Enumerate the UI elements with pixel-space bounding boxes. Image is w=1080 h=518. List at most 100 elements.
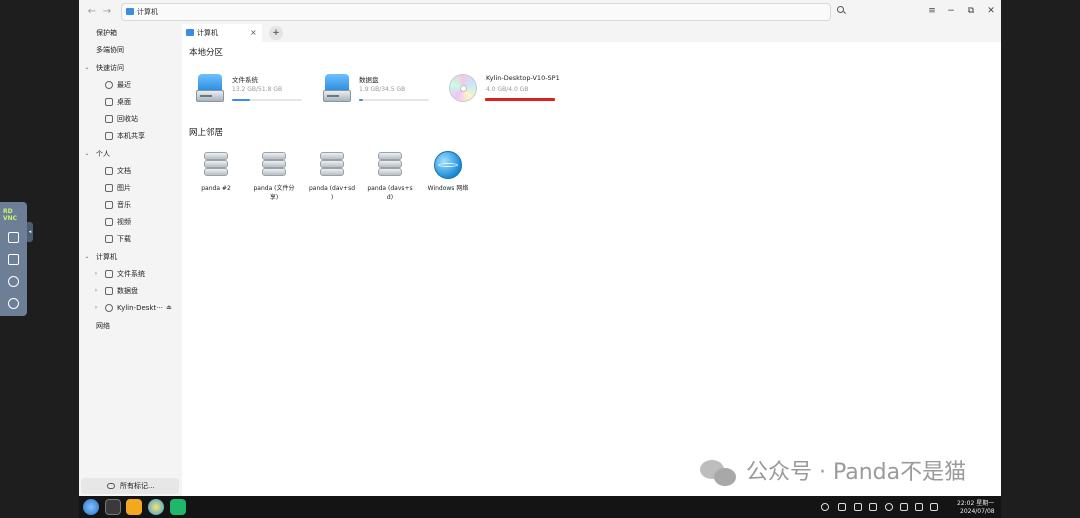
hard-drive-icon bbox=[323, 74, 351, 104]
volume-icon[interactable] bbox=[915, 503, 923, 511]
vnc-toolbar: RD VNC ◂ bbox=[0, 202, 33, 316]
clock-time[interactable]: 22:02 星期一 bbox=[957, 498, 994, 507]
computer-icon bbox=[186, 29, 194, 36]
network-status-icon[interactable] bbox=[900, 503, 908, 511]
sidebar-item-network[interactable]: 网络 bbox=[96, 319, 110, 333]
folder-icon bbox=[105, 132, 113, 140]
drive-name: Kylin-Desktop-V10-SP1 bbox=[486, 74, 560, 82]
tag-icon bbox=[107, 483, 115, 489]
collapse-handle[interactable]: ◂ bbox=[27, 222, 33, 242]
start-menu-icon[interactable] bbox=[83, 499, 99, 515]
restore-button[interactable]: ⧉ bbox=[965, 5, 977, 17]
document-icon bbox=[105, 167, 113, 175]
all-tags-button[interactable]: 所有标记... bbox=[81, 478, 179, 494]
desktop-icon bbox=[105, 98, 113, 106]
taskbar: 22:02 星期一 2024/07/08 bbox=[79, 496, 1001, 518]
server-icon bbox=[260, 151, 288, 179]
chevron-down-icon[interactable]: ⌄ bbox=[83, 61, 91, 75]
forward-button[interactable]: → bbox=[100, 5, 114, 19]
back-button[interactable]: ← bbox=[85, 5, 99, 19]
tab-close-button[interactable]: × bbox=[250, 26, 257, 40]
globe-icon bbox=[434, 151, 462, 179]
search-button[interactable] bbox=[836, 5, 848, 17]
cloud-icon[interactable] bbox=[821, 503, 829, 511]
drive-usage-bar bbox=[359, 99, 429, 101]
computer-icon bbox=[126, 8, 134, 15]
chevron-down-icon[interactable]: ⌄ bbox=[83, 250, 91, 264]
sidebar-item-data-disk[interactable]: 数据盘 bbox=[117, 284, 138, 298]
address-text: 计算机 bbox=[137, 8, 158, 16]
video-icon bbox=[105, 218, 113, 226]
sidebar: 保护箱 多端协同 ⌄ 快速访问 最近 桌面 回收站 本机共享 ⌄ 个人 文档 图… bbox=[79, 24, 182, 496]
drive-size: 1.9 GB/34.5 GB bbox=[359, 86, 406, 93]
sidebar-item-downloads[interactable]: 下载 bbox=[117, 232, 131, 246]
sidebar-item-computer[interactable]: 计算机 bbox=[96, 250, 117, 264]
image-icon bbox=[105, 184, 113, 192]
clock-date[interactable]: 2024/07/08 bbox=[960, 508, 995, 515]
sidebar-item-personal[interactable]: 个人 bbox=[96, 147, 110, 161]
input-method-icon[interactable] bbox=[930, 503, 938, 511]
tray-app-icon[interactable] bbox=[854, 503, 862, 511]
network-item-label: panda #2 bbox=[201, 185, 231, 192]
sidebar-item-documents[interactable]: 文档 bbox=[117, 164, 131, 178]
local-partitions-title: 本地分区 bbox=[189, 48, 224, 58]
address-bar[interactable]: 计算机 bbox=[121, 3, 831, 21]
chevron-right-icon[interactable]: › bbox=[92, 301, 100, 315]
clipboard-icon[interactable] bbox=[838, 503, 846, 511]
file-manager-app-icon[interactable] bbox=[126, 499, 142, 515]
network-item-label: panda (文件分 享) bbox=[253, 185, 295, 201]
drive-icon bbox=[105, 287, 113, 295]
sidebar-item-trash[interactable]: 回收站 bbox=[117, 112, 138, 126]
vnc-logo-bottom: VNC bbox=[3, 215, 18, 222]
sidebar-item-videos[interactable]: 视频 bbox=[117, 215, 131, 229]
tab-label: 计算机 bbox=[197, 29, 218, 37]
eject-icon[interactable]: ⏏ bbox=[165, 301, 173, 315]
chevron-down-icon[interactable]: ⌄ bbox=[83, 147, 91, 161]
sidebar-item-filesystem[interactable]: 文件系统 bbox=[117, 267, 145, 281]
screenshot-icon[interactable] bbox=[869, 503, 877, 511]
wechat-icon bbox=[700, 460, 738, 488]
close-button[interactable]: ✕ bbox=[985, 5, 997, 17]
sidebar-item-quick-access[interactable]: 快速访问 bbox=[96, 61, 124, 75]
trash-icon bbox=[105, 115, 113, 123]
vnc-logo-top: RD bbox=[3, 208, 13, 215]
sidebar-item-music[interactable]: 音乐 bbox=[117, 198, 131, 212]
sidebar-item-share[interactable]: 本机共享 bbox=[117, 129, 145, 143]
network-item-label: panda (dav+sd ) bbox=[308, 185, 356, 201]
software-store-app-icon[interactable] bbox=[170, 499, 186, 515]
network-item-label: Windows 网络 bbox=[427, 185, 469, 192]
search-icon[interactable] bbox=[885, 503, 893, 511]
sidebar-item-recent[interactable]: 最近 bbox=[117, 78, 131, 92]
hard-drive-icon bbox=[196, 74, 224, 104]
new-tab-button[interactable]: + bbox=[269, 26, 283, 40]
tab-bar: 计算机 × + bbox=[182, 24, 1001, 42]
chevron-right-icon[interactable]: › bbox=[92, 284, 100, 298]
minimize-button[interactable]: − bbox=[945, 5, 957, 17]
sidebar-item-kylin-disc[interactable]: Kylin-Deskt··· bbox=[117, 301, 163, 315]
sidebar-item-collab[interactable]: 多端协同 bbox=[96, 43, 124, 57]
gear-icon[interactable] bbox=[8, 276, 19, 287]
drive-usage-bar bbox=[485, 98, 555, 101]
drive-size: 4.0 GB/4.0 GB bbox=[486, 86, 529, 93]
clipboard-icon[interactable] bbox=[8, 232, 19, 243]
menu-button[interactable]: ≡ bbox=[926, 5, 938, 17]
sidebar-item-vault[interactable]: 保护箱 bbox=[96, 26, 117, 40]
network-neighborhood-title: 网上邻居 bbox=[189, 128, 224, 138]
fullscreen-icon[interactable] bbox=[8, 254, 19, 265]
sidebar-item-desktop[interactable]: 桌面 bbox=[117, 95, 131, 109]
title-bar: ← → 计算机 ≡ − ⧉ ✕ bbox=[79, 0, 1001, 24]
watermark-text: 公众号 · Panda不是猫 bbox=[746, 460, 967, 485]
disc-icon bbox=[105, 304, 113, 312]
chevron-right-icon[interactable]: › bbox=[92, 267, 100, 281]
clock-icon bbox=[105, 81, 113, 89]
vnc-logo: RD VNC bbox=[3, 208, 24, 222]
drive-name: 文件系统 bbox=[232, 76, 258, 84]
file-manager-window: ← → 计算机 ≡ − ⧉ ✕ 保护箱 多端协同 ⌄ 快速访问 最近 桌面 回收 bbox=[79, 0, 1001, 496]
multitask-view-icon[interactable] bbox=[105, 499, 121, 515]
sidebar-item-pictures[interactable]: 图片 bbox=[117, 181, 131, 195]
optical-disc-icon bbox=[449, 74, 477, 102]
server-icon bbox=[202, 151, 230, 179]
tab-computer[interactable]: 计算机 × bbox=[182, 24, 262, 42]
browser-app-icon[interactable] bbox=[148, 499, 164, 515]
disconnect-icon[interactable] bbox=[8, 298, 19, 309]
